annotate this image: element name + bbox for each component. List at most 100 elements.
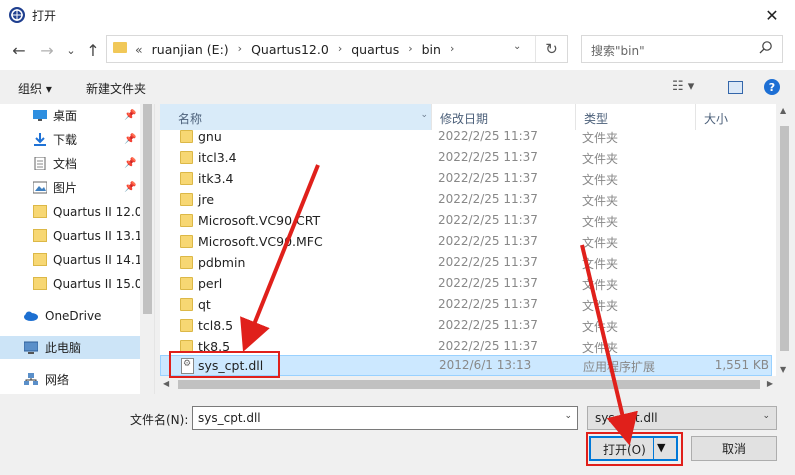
chevron-right-icon: ›	[237, 42, 243, 55]
sidebar-item-this-pc[interactable]: 此电脑	[0, 336, 140, 359]
sidebar-item-network[interactable]: 网络	[0, 368, 140, 391]
column-header-label: 大小	[704, 112, 729, 126]
computer-icon	[24, 341, 38, 354]
folder-icon	[180, 130, 193, 143]
sidebar-item-pictures[interactable]: 图片 📌	[0, 176, 140, 199]
sidebar-scrollbar[interactable]	[140, 104, 154, 394]
sidebar-item-label: Quartus II 12.0	[53, 204, 143, 219]
forward-arrow-icon[interactable]: →	[36, 39, 58, 61]
file-name: pdbmin	[198, 255, 246, 270]
breadcrumb-item[interactable]: bin	[422, 42, 441, 57]
folder-icon	[33, 229, 47, 242]
organize-menu[interactable]: 组织 ▾	[18, 80, 52, 97]
filename-field[interactable]: sys_cpt.dll ⌄	[192, 406, 578, 430]
new-folder-button[interactable]: 新建文件夹	[86, 80, 146, 97]
recent-locations-chevron-icon[interactable]: ⌄	[60, 39, 82, 61]
folder-icon	[180, 214, 193, 227]
file-date: 2022/2/25 11:37	[438, 318, 538, 332]
file-type-select[interactable]: sys_cpt.dll ⌄	[587, 406, 777, 430]
scroll-left-icon[interactable]: ◀	[163, 379, 169, 388]
file-type: 文件夹	[582, 257, 619, 271]
file-name: Microsoft.VC90.CRT	[198, 213, 321, 228]
file-type: 文件夹	[582, 236, 619, 250]
app-icon	[9, 7, 25, 23]
sidebar-item-documents[interactable]: 文档 📌	[0, 152, 140, 175]
title-bar: 打开 ✕	[0, 0, 795, 30]
file-date: 2022/2/25 11:37	[438, 129, 538, 143]
sidebar-item-downloads[interactable]: 下载 📌	[0, 128, 140, 151]
filename-label: 文件名(N):	[130, 413, 189, 427]
sidebar-item-desktop[interactable]: 桌面 📌	[0, 104, 140, 127]
pin-icon: 📌	[124, 134, 137, 145]
breadcrumb-item[interactable]: quartus	[351, 42, 399, 57]
file-name: gnu	[198, 129, 222, 144]
file-date: 2022/2/25 11:37	[438, 276, 538, 290]
file-list-vertical-scrollbar[interactable]: ▲ ▼	[776, 104, 793, 376]
file-row[interactable]: pdbmin 2022/2/25 11:37 文件夹	[160, 252, 772, 273]
navigation-bar: ← → ⌄ ↑ « ruanjian (E:) › Quartus12.0 › …	[0, 30, 795, 70]
sidebar-item-quartus-14[interactable]: Quartus II 14.1	[0, 248, 142, 271]
pin-icon: 📌	[124, 110, 137, 121]
breadcrumb-item[interactable]: Quartus12.0	[251, 42, 329, 57]
file-type: 文件夹	[582, 341, 619, 355]
picture-icon	[33, 181, 47, 194]
network-icon	[24, 373, 38, 385]
sidebar-item-quartus-12[interactable]: Quartus II 12.0	[0, 200, 143, 223]
file-type: 文件夹	[582, 215, 619, 229]
column-header-label: 修改日期	[440, 112, 489, 126]
sidebar-item-label: 桌面	[53, 109, 78, 123]
sidebar-item-label: Quartus II 15.0	[53, 276, 143, 291]
address-bar[interactable]: « ruanjian (E:) › Quartus12.0 › quartus …	[106, 35, 568, 63]
folder-icon	[180, 256, 193, 269]
sidebar-item-onedrive[interactable]: OneDrive	[0, 304, 140, 327]
scrollbar-thumb[interactable]	[178, 380, 760, 389]
chevron-down-icon[interactable]: ⌄	[513, 41, 521, 52]
file-list-horizontal-scrollbar[interactable]: ◀ ▶	[160, 376, 776, 394]
scroll-right-icon[interactable]: ▶	[767, 379, 773, 388]
folder-icon	[180, 172, 193, 185]
file-name: jre	[198, 192, 215, 207]
search-icon	[759, 41, 772, 54]
search-input[interactable]: 搜索"bin"	[581, 35, 783, 63]
file-name: perl	[198, 276, 223, 291]
file-type: 文件夹	[582, 278, 619, 292]
sidebar-item-label: 下载	[53, 133, 78, 147]
file-row[interactable]: perl 2022/2/25 11:37 文件夹	[160, 273, 772, 294]
folder-icon	[180, 193, 193, 206]
breadcrumb-item[interactable]: ruanjian (E:)	[152, 42, 229, 57]
help-icon[interactable]: ?	[764, 79, 780, 95]
sidebar-item-quartus-15[interactable]: Quartus II 15.0	[0, 272, 143, 295]
scrollbar-thumb[interactable]	[780, 126, 789, 351]
file-row[interactable]: jre 2022/2/25 11:37 文件夹	[160, 189, 772, 210]
scrollbar-thumb[interactable]	[143, 104, 152, 314]
file-row[interactable]: itcl3.4 2022/2/25 11:37 文件夹	[160, 147, 772, 168]
refresh-icon[interactable]: ↻	[535, 36, 567, 62]
preview-pane-icon[interactable]	[728, 81, 743, 94]
chevron-down-icon[interactable]: ⌄	[420, 110, 428, 120]
navigation-pane: 桌面 📌 下载 📌 文档 📌 图片 📌 Quartus II 12.0 Quar…	[0, 104, 155, 394]
view-options-icon[interactable]: ☷ ▾	[672, 79, 694, 94]
file-type: 文件夹	[582, 173, 619, 187]
scroll-up-icon[interactable]: ▲	[780, 106, 786, 115]
scrollbar-corner	[776, 376, 793, 394]
file-row[interactable]: Microsoft.VC90.CRT 2022/2/25 11:37 文件夹	[160, 210, 772, 231]
file-row[interactable]: gnu 2022/2/25 11:37 文件夹	[160, 126, 772, 147]
file-type: 文件夹	[582, 131, 619, 145]
file-row[interactable]: Microsoft.VC90.MFC 2022/2/25 11:37 文件夹	[160, 231, 772, 252]
folder-icon	[180, 151, 193, 164]
file-row[interactable]: itk3.4 2022/2/25 11:37 文件夹	[160, 168, 772, 189]
sidebar-item-label: 网络	[45, 373, 70, 387]
breadcrumb-overflow[interactable]: «	[135, 42, 143, 57]
back-arrow-icon[interactable]: ←	[8, 39, 30, 61]
sidebar-item-quartus-13[interactable]: Quartus II 13.1	[0, 224, 142, 247]
cancel-button[interactable]: 取消	[691, 436, 777, 461]
close-icon[interactable]: ✕	[749, 0, 795, 30]
folder-icon	[33, 253, 47, 266]
scroll-down-icon[interactable]: ▼	[780, 365, 786, 374]
file-row[interactable]: qt 2022/2/25 11:37 文件夹	[160, 294, 772, 315]
up-arrow-icon[interactable]: ↑	[82, 39, 104, 61]
file-date: 2022/2/25 11:37	[438, 213, 538, 227]
chevron-down-icon[interactable]: ⌄	[564, 411, 572, 421]
cloud-icon	[24, 311, 38, 321]
file-row[interactable]: tcl8.5 2022/2/25 11:37 文件夹	[160, 315, 772, 336]
